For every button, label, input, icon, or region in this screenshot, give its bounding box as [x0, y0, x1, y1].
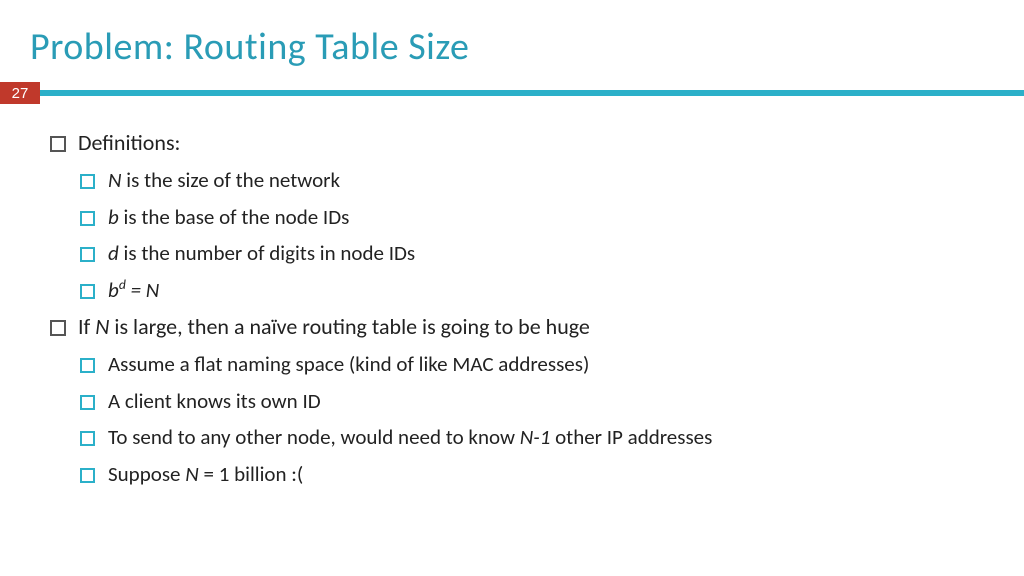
bullet-if-n-large: If N is large, then a naïve routing tabl…	[50, 310, 984, 344]
var-n: N	[108, 167, 122, 193]
slide-number-badge: 27	[0, 82, 40, 104]
var-d: d	[108, 240, 119, 266]
bullet-b-base: b is the base of the node IDs	[80, 201, 984, 234]
text: If	[78, 313, 95, 340]
text: Suppose	[108, 461, 185, 487]
text: = 1 billion :(	[199, 461, 304, 487]
bullet-flat-naming: Assume a flat naming space (kind of like…	[80, 348, 984, 381]
text: is the base of the node IDs	[119, 204, 350, 230]
bullet-suppose-billion: Suppose N = 1 billion :(	[80, 458, 984, 491]
bullet-client-id: A client knows its own ID	[80, 385, 984, 418]
text: To send to any other node, would need to…	[108, 424, 520, 450]
var-b: b	[108, 277, 119, 303]
bullet-definitions: Definitions:	[50, 126, 984, 160]
var-n: N	[95, 313, 109, 340]
slide-content: Definitions: N is the size of the networ…	[0, 104, 1024, 491]
var-b: b	[108, 204, 119, 230]
bullet-n-size: N is the size of the network	[80, 164, 984, 197]
bullet-d-digits: d is the number of digits in node IDs	[80, 237, 984, 270]
slide-title: Problem: Routing Table Size	[0, 0, 1024, 82]
slide: { "title": "Problem: Routing Table Size"…	[0, 0, 1024, 576]
text: is large, then a naïve routing table is …	[109, 313, 589, 340]
exp-d: d	[119, 276, 126, 293]
var-n-1: N-1	[520, 424, 551, 450]
bullet-bd-eq-n: bd = N	[80, 274, 984, 307]
bullet-n-minus-1: To send to any other node, would need to…	[80, 421, 984, 454]
text: = N	[126, 277, 160, 303]
accent-line	[40, 90, 1024, 96]
var-n: N	[185, 461, 199, 487]
accent-bar: 27	[0, 82, 1024, 104]
text: other IP addresses	[550, 424, 712, 450]
text: is the size of the network	[122, 167, 341, 193]
text: is the number of digits in node IDs	[119, 240, 415, 266]
